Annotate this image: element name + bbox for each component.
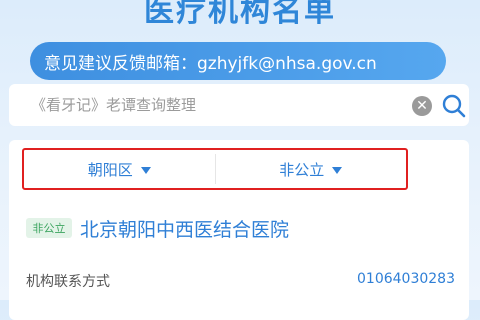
feedback-text: 意见建议反馈邮箱：gzhyjfk@nhsa.gov.cn [44, 53, 377, 74]
search-icon[interactable] [441, 93, 467, 119]
hospital-name[interactable]: 北京朝阳中西医结合医院 [80, 215, 289, 242]
contact-phone[interactable]: 01064030283 [357, 271, 455, 287]
contact-label: 机构联系方式 [26, 274, 110, 290]
filter-bar: 朝阳区 非公立 [22, 148, 408, 190]
ownership-badge: 非公立 [26, 218, 72, 238]
ownership-filter[interactable]: 非公立 [216, 150, 407, 188]
district-filter[interactable]: 朝阳区 [24, 150, 215, 188]
page-title: 医疗机构名单 [144, 0, 336, 29]
caret-down-icon [140, 166, 151, 174]
clear-icon[interactable]: ✕ [412, 96, 432, 116]
caret-down-icon [332, 166, 343, 174]
ownership-filter-label: 非公立 [279, 160, 325, 179]
search-input[interactable] [29, 95, 393, 115]
feedback-banner: 意见建议反馈邮箱：gzhyjfk@nhsa.gov.cn [30, 42, 446, 80]
district-filter-label: 朝阳区 [87, 160, 133, 179]
search-bar: ✕ [9, 84, 469, 126]
